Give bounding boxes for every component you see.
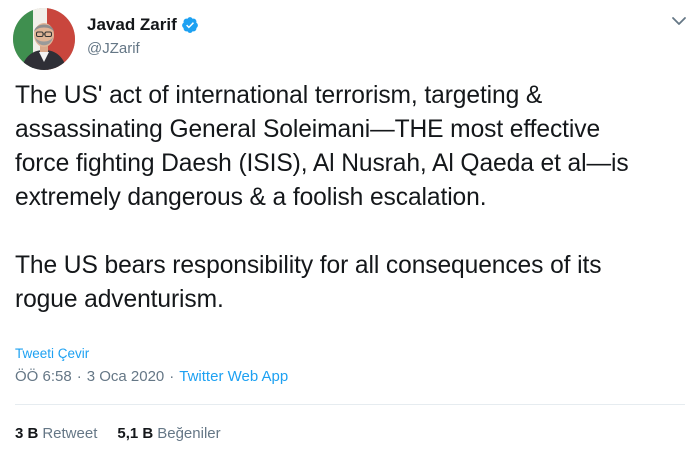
likes-count: 5,1 B: [117, 425, 154, 442]
source-app-link[interactable]: Twitter Web App: [179, 368, 288, 385]
avatar[interactable]: [13, 8, 75, 70]
retweets-stat[interactable]: 3 B Retweet: [15, 425, 97, 442]
likes-stat[interactable]: 5,1 B Beğeniler: [117, 425, 220, 442]
tweet-card: Javad Zarif @JZarif The US' act of inter…: [0, 0, 700, 461]
chevron-down-icon[interactable]: [670, 14, 688, 28]
likes-label: Beğeniler: [157, 425, 221, 442]
tweet-metadata: ÖÖ 6:58 · 3 Oca 2020 · Twitter Web App: [15, 368, 288, 385]
separator-dot: ·: [169, 368, 175, 385]
verified-badge-icon: [181, 17, 198, 33]
author-names: Javad Zarif @JZarif: [87, 14, 199, 57]
display-name[interactable]: Javad Zarif: [87, 15, 177, 35]
tweet-time[interactable]: ÖÖ 6:58: [15, 368, 72, 385]
translate-tweet-link[interactable]: Tweeti Çevir: [15, 346, 89, 361]
tweet-header: Javad Zarif @JZarif: [13, 8, 688, 70]
tweet-paragraph: The US bears responsibility for all cons…: [15, 252, 602, 313]
display-name-row: Javad Zarif: [87, 14, 199, 36]
engagement-stats: 3 B Retweet 5,1 B Beğeniler: [15, 425, 241, 442]
divider: [15, 404, 685, 405]
tweet-date[interactable]: 3 Oca 2020: [87, 368, 165, 385]
retweets-count: 3 B: [15, 425, 39, 442]
handle[interactable]: @JZarif: [87, 40, 199, 57]
separator-dot: ·: [76, 368, 82, 385]
tweet-paragraph: The US' act of international terrorism, …: [15, 82, 629, 211]
retweets-label: Retweet: [42, 425, 98, 442]
profile-photo-icon: [13, 8, 75, 70]
tweet-text: The US' act of international terrorism, …: [15, 79, 685, 317]
